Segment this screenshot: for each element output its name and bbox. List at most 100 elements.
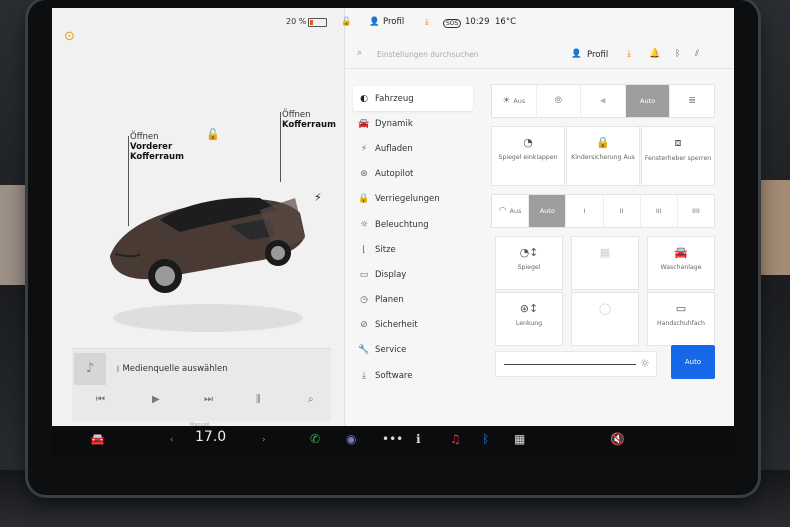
brightness-icon: ☼	[640, 357, 650, 370]
profile-icon[interactable]: 👤	[369, 17, 380, 27]
padlock-icon: 🔒	[596, 136, 610, 149]
charge-port-icon[interactable]: ⚡	[314, 191, 322, 204]
download-icon[interactable]: ⤓	[627, 49, 631, 59]
steering-wheel-icon: ⊛↕	[519, 302, 539, 315]
display-icon: ▭	[359, 269, 369, 280]
low-beam-icon: ⫷	[600, 96, 606, 106]
calendar-icon[interactable]: ▦	[514, 432, 525, 446]
profile-header-icon[interactable]: 👤	[571, 49, 582, 59]
parking-light-icon: ⦾	[554, 96, 562, 106]
sidebar-item-software[interactable]: ⤓ Software	[353, 363, 473, 388]
sidebar-item-fahrzeug[interactable]: ◐ Fahrzeug	[353, 86, 473, 112]
temp-up-icon[interactable]: ›	[262, 435, 266, 445]
more-apps-icon[interactable]: •••	[382, 432, 403, 446]
play-icon[interactable]: ▶	[152, 394, 160, 405]
software-update-icon[interactable]: ⤓	[425, 17, 429, 27]
high-beam-option[interactable]: ≣	[670, 85, 714, 117]
camera-icon[interactable]: ◉	[346, 432, 356, 446]
wiper-icon: ◠	[498, 206, 507, 216]
battery-icon	[308, 18, 327, 27]
battery-percent: 20 %	[286, 17, 307, 26]
steering-adjust-tile[interactable]: ⊛↕ Lenkung	[495, 292, 563, 346]
media-source-label: Medienquelle auswählen	[122, 364, 228, 374]
info-icon[interactable]: ℹ	[416, 432, 421, 446]
temp-down-icon[interactable]: ‹	[170, 435, 174, 445]
open-trunk-button[interactable]: Öffnen Kofferraum	[282, 110, 336, 130]
sidebar-item-label: Service	[375, 345, 407, 356]
washer-tile[interactable]: 🚘 Waschanlage	[647, 236, 715, 290]
brightness-auto-button[interactable]: Auto	[671, 345, 715, 379]
car-menu-icon[interactable]: 🚘	[90, 432, 105, 446]
next-track-icon[interactable]: ⏭	[204, 394, 213, 405]
lock-status-icon[interactable]: 🔓	[341, 17, 352, 27]
toggle-icon: ◐	[360, 93, 368, 104]
sidebar-item-sitze[interactable]: ⌊ Sitze	[353, 237, 473, 262]
mirror-adjust-label: Spiegel	[517, 264, 541, 271]
search-input[interactable]: Einstellungen durchsuchen	[377, 50, 478, 59]
steering-icon: ⊛	[360, 169, 368, 180]
headlights-off-option[interactable]: ☀ Aus	[492, 85, 537, 117]
glovebox-tile[interactable]: ▭ Handschuhfach	[647, 292, 715, 346]
profile-header-label[interactable]: Profil	[587, 50, 608, 60]
wipers-speed-1[interactable]: I	[566, 195, 604, 227]
sidebar-item-verriegelungen[interactable]: 🔒 Verriegelungen	[353, 187, 473, 212]
wipers-speed-1-label: I	[583, 207, 586, 215]
light-icon: ☼	[359, 219, 369, 230]
wipers-off-option[interactable]: ◠ Aus	[492, 195, 530, 227]
mirror-adjust-tile[interactable]: ◔↕ Spiegel	[495, 236, 563, 290]
profile-label[interactable]: Profil	[383, 17, 404, 27]
status-bar: 🔓 👤 Profil ⤓ SOS 10:29 16°C	[341, 8, 734, 38]
wipers-speed-2-label: II	[619, 207, 624, 215]
media-source-selector[interactable]: ᛒ Medienquelle auswählen	[116, 364, 228, 374]
wipers-speed-4-label: IIII	[692, 207, 700, 215]
child-lock-tile[interactable]: 🔒 Kindersicherung Aus	[566, 126, 640, 186]
wipers-speed-3-label: III	[655, 207, 662, 215]
washer-label: Waschanlage	[660, 264, 702, 271]
phone-icon[interactable]: ✆	[310, 432, 320, 446]
sidebar-item-display[interactable]: ▭ Display	[353, 262, 473, 287]
settings-search-bar[interactable]: ⌕ Einstellungen durchsuchen 👤 Profil ⤓ 🔔…	[345, 42, 734, 69]
media-search-icon[interactable]: ⌕	[308, 394, 314, 405]
sidebar-item-label: Planen	[375, 295, 404, 306]
low-beam-option[interactable]: ⫷	[581, 85, 626, 117]
display-brightness-slider[interactable]: ☼	[495, 351, 657, 377]
disabled-tile-2: ◯	[571, 292, 639, 346]
previous-track-icon[interactable]: ⏮	[96, 394, 105, 405]
sidebar-item-service[interactable]: 🔧 Service	[353, 338, 473, 363]
headlights-auto-label: Auto	[640, 97, 656, 105]
bluetooth-icon[interactable]: ᛒ	[675, 49, 680, 59]
sos-badge[interactable]: SOS	[443, 19, 462, 28]
wipers-speed-4[interactable]: IIII	[678, 195, 714, 227]
headlights-auto-option[interactable]: Auto	[625, 85, 671, 117]
tire-pressure-warning-icon[interactable]: ⊙	[64, 30, 78, 44]
sidebar-item-planen[interactable]: ◷ Planen	[353, 288, 473, 313]
bell-icon[interactable]: 🔔	[649, 49, 660, 59]
sidebar-item-sicherheit[interactable]: ⊘ Sicherheit	[353, 313, 473, 338]
sidebar-item-label: Software	[375, 370, 413, 381]
wipers-auto-option[interactable]: Auto	[529, 195, 567, 227]
sidebar-item-label: Display	[375, 269, 407, 280]
sidebar-item-aufladen[interactable]: ⚡ Aufladen	[353, 136, 473, 161]
sidebar-item-autopilot[interactable]: ⊛ Autopilot	[353, 162, 473, 187]
climate-temperature[interactable]: 17.0	[195, 429, 226, 445]
wipers-speed-3[interactable]: III	[641, 195, 678, 227]
sidebar-item-dynamik[interactable]: 🚘 Dynamik	[353, 111, 473, 136]
parking-lights-option[interactable]: ⦾	[537, 85, 582, 117]
wipers-off-label: Aus	[509, 207, 522, 215]
window-lock-tile[interactable]: ⧈ Fensterheber sperren	[641, 126, 715, 186]
signal-icon: ⫽	[695, 49, 700, 59]
mirror-adjust-icon: ◔↕	[519, 246, 539, 259]
sidebar-item-label: Sicherheit	[375, 320, 418, 331]
bluetooth-app-icon[interactable]: ᛒ	[482, 432, 489, 446]
volume-mute-icon[interactable]: 🔇	[610, 432, 625, 446]
glovebox-label: Handschuhfach	[657, 320, 705, 327]
sidebar-item-label: Dynamik	[375, 118, 413, 129]
wrench-icon: 🔧	[358, 345, 370, 356]
unlock-icon[interactable]: 🔓	[206, 128, 220, 141]
music-app-icon[interactable]: ♫	[450, 432, 461, 446]
equalizer-icon[interactable]: ⫼	[256, 394, 261, 405]
wipers-speed-2[interactable]: II	[604, 195, 641, 227]
fold-mirrors-tile[interactable]: ◔ Spiegel einklappen	[491, 126, 565, 186]
sidebar-item-beleuchtung[interactable]: ☼ Beleuchtung	[353, 212, 473, 237]
washer-icon: 🚘	[674, 246, 688, 259]
